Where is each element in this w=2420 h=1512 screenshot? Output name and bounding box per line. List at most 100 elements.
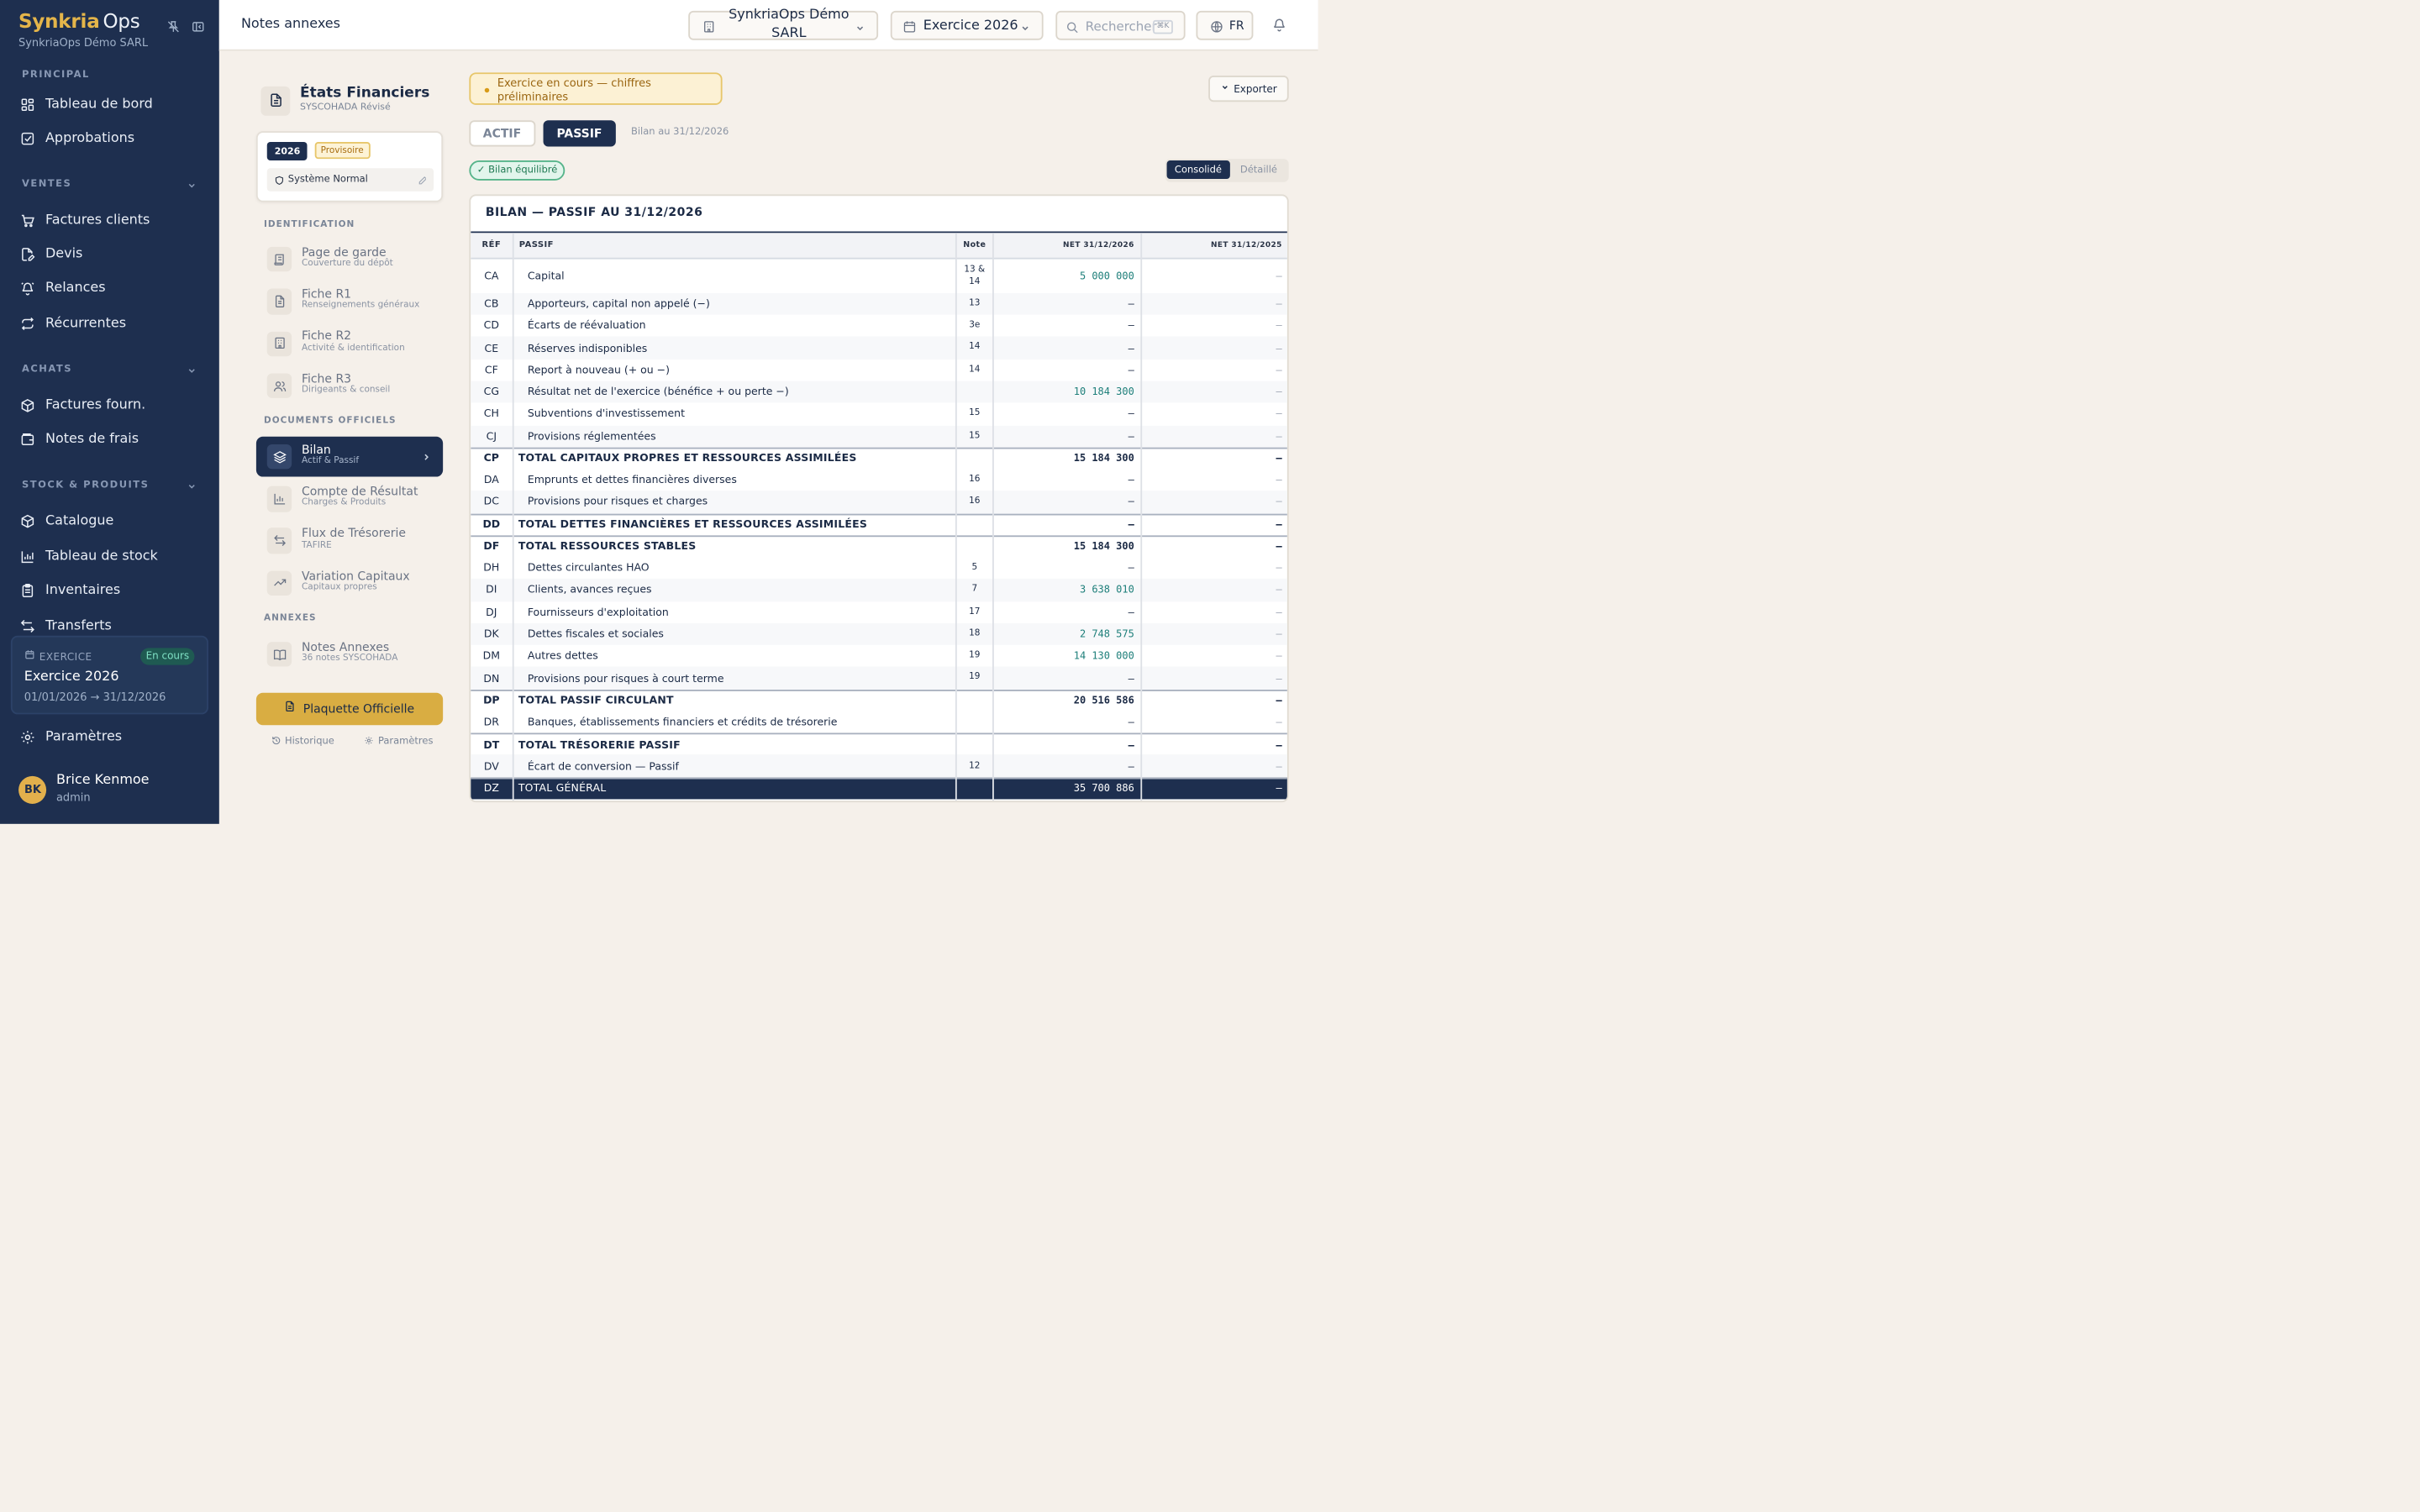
table-row[interactable]: CB Apporteurs, capital non appelé (−) 13 – – — [470, 292, 1287, 315]
balance-status-badge: ✓ Bilan équilibré — [468, 160, 566, 180]
table-row[interactable]: DD TOTAL DETTES FINANCIÈRES ET RESSOURCES… — [470, 512, 1287, 535]
nav-transferts[interactable]: Transferts — [20, 618, 112, 633]
pin-off-icon[interactable] — [166, 20, 180, 34]
table-row[interactable]: DR Banques, établissements financiers et … — [471, 711, 1286, 733]
cell-label: Apporteurs, capital non appelé (−) — [527, 297, 710, 311]
cell-note — [957, 537, 992, 557]
export-button[interactable]: Exporter — [1208, 75, 1288, 102]
nav-parametres[interactable]: Paramètres — [20, 730, 122, 745]
company-select[interactable]: SynkriaOps Démo SARL — [687, 8, 879, 41]
table-row[interactable]: DZ TOTAL GÉNÉRAL 35 700 886 – — [470, 777, 1287, 800]
system-select[interactable]: Système Normal — [266, 168, 434, 192]
doc-variation-capitaux[interactable]: Variation Capitaux Capitaux propres — [256, 563, 443, 603]
nav-relances[interactable]: Relances — [20, 281, 106, 297]
section-annexes: ANNEXES — [263, 613, 317, 624]
exercice-card[interactable]: EXERCICE En cours Exercice 2026 01/01/20… — [10, 635, 208, 715]
table-row[interactable]: DP TOTAL PASSIF CIRCULANT 20 516 586 – — [470, 689, 1287, 711]
nav-tableau-stock[interactable]: Tableau de stock — [20, 549, 158, 564]
users-icon — [266, 372, 292, 398]
section-ventes[interactable]: VENTES — [22, 179, 71, 190]
tab-passif[interactable]: PASSIF — [542, 119, 616, 147]
cell-ref: DN — [483, 671, 500, 685]
nav-dashboard[interactable]: Tableau de bord — [20, 97, 153, 112]
status-badge: Provisoire — [313, 141, 371, 160]
bell-ring-icon — [20, 281, 35, 297]
nav-factures-fourn[interactable]: Factures fourn. — [20, 398, 145, 413]
wallet-icon — [20, 433, 35, 448]
tab-actif[interactable]: ACTIF — [468, 119, 535, 147]
doc-flux-tresorerie[interactable]: Flux de Trésorerie TAFIRE — [256, 521, 443, 561]
table-row[interactable]: DJ Fournisseurs d'exploitation 17 – – — [471, 601, 1286, 623]
cell-net-current: – — [1128, 429, 1134, 443]
nav-label: Factures fourn. — [45, 397, 146, 414]
parametres-link[interactable]: Paramètres — [365, 736, 433, 748]
table-row[interactable]: DF TOTAL RESSOURCES STABLES 15 184 300 – — [470, 535, 1287, 557]
section-stock[interactable]: STOCK & PRODUITS — [22, 480, 149, 491]
nav-factures-clients[interactable]: Factures clients — [20, 213, 150, 228]
cell-net-current: 35 700 886 — [1073, 782, 1134, 795]
table-row[interactable]: CH Subventions d'investissement 15 – – — [471, 403, 1286, 425]
plaquette-officielle-button[interactable]: Plaquette Officielle — [255, 691, 443, 725]
doc-bilan[interactable]: Bilan Actif & Passif — [255, 436, 443, 477]
table-row[interactable]: DC Provisions pour risques et charges 16 – – — [470, 491, 1287, 513]
bell-icon[interactable] — [1272, 18, 1287, 38]
cell-net-current: – — [1128, 341, 1134, 354]
cell-note: 13 — [969, 299, 981, 309]
table-row[interactable]: DI Clients, avances reçues 7 3 638 010 – — [470, 579, 1287, 601]
year-select-value: Exercice 2026 — [923, 18, 1018, 34]
view-consolide-button[interactable]: Consolidé — [1166, 160, 1229, 180]
nav-devis[interactable]: Devis — [20, 247, 82, 262]
view-detaille-button[interactable]: Détaillé — [1231, 160, 1286, 180]
nav-catalogue[interactable]: Catalogue — [20, 514, 113, 529]
arrows-transfer-icon — [20, 618, 35, 633]
chevron-down-icon[interactable] — [187, 180, 197, 190]
doc-notes-annexes[interactable]: Notes Annexes 36 notes SYSCOHADA — [256, 634, 443, 675]
doc-fiche-r2[interactable]: Fiche R2 Activité & identification — [256, 323, 443, 364]
avatar[interactable]: BK — [18, 774, 47, 804]
cell-label: Fournisseurs d'exploitation — [527, 606, 669, 619]
fiscal-year-card: 2026 Provisoire Système Normal — [255, 131, 443, 202]
user-name[interactable]: Brice Kenmoe — [56, 773, 150, 788]
cell-label: Dettes fiscales et sociales — [527, 627, 664, 641]
doc-subtitle: Charges & Produits — [301, 498, 387, 509]
table-row[interactable]: DK Dettes fiscales et sociales 18 2 748 575… — [470, 622, 1287, 645]
cell-label: Réserves indisponibles — [527, 341, 648, 354]
nav-approbations[interactable]: Approbations — [20, 131, 134, 146]
doc-page-garde[interactable]: Page de garde Couverture du dépôt — [256, 239, 443, 280]
table-row[interactable]: DN Provisions pour risques à court terme 1… — [470, 667, 1287, 690]
nav-inventaires[interactable]: Inventaires — [20, 584, 120, 599]
chevron-down-icon[interactable] — [187, 365, 197, 375]
year-select[interactable]: Exercice 2026 — [889, 10, 1044, 40]
search-input[interactable]: Rechercher ⌘K — [1055, 10, 1185, 40]
brand-logo[interactable]: Synkria Ops — [18, 9, 140, 33]
cell-net-current: – — [1128, 518, 1134, 532]
language-select[interactable]: FR — [1196, 10, 1254, 40]
section-achats[interactable]: ACHATS — [22, 365, 72, 375]
cell-net-prev: – — [1276, 364, 1282, 376]
doc-title: Fiche R1 — [301, 286, 352, 302]
table-row[interactable]: DV Écart de conversion — Passif 12 – – — [470, 755, 1287, 778]
exercice-range: 01/01/2026 → 31/12/2026 — [24, 689, 166, 704]
table-row[interactable]: DM Autres dettes 19 14 130 000 – — [471, 645, 1286, 667]
table-row[interactable]: CF Report à nouveau (+ ou −) 14 – – — [471, 359, 1286, 381]
table-row[interactable]: DA Emprunts et dettes financières diverse… — [471, 469, 1286, 491]
cell-ref: CA — [484, 270, 499, 283]
table-row[interactable]: CJ Provisions réglementées 15 – – — [470, 425, 1287, 448]
pencil-icon[interactable] — [418, 176, 427, 188]
doc-compte-resultat[interactable]: Compte de Résultat Charges & Produits — [256, 479, 443, 519]
table-row[interactable]: CA Capital 13 & 14 5 000 000 – — [471, 260, 1286, 293]
collapse-sidebar-icon[interactable] — [192, 20, 205, 34]
chevron-down-icon[interactable] — [187, 481, 197, 491]
table-row[interactable]: CP TOTAL CAPITAUX PROPRES ET RESSOURCES A… — [470, 447, 1287, 469]
historique-link[interactable]: Historique — [271, 736, 334, 748]
table-row[interactable]: CD Écarts de réévaluation 3e – – — [471, 315, 1286, 337]
table-row[interactable]: CE Réserves indisponibles 14 – – — [470, 337, 1287, 360]
doc-fiche-r1[interactable]: Fiche R1 Renseignements généraux — [256, 281, 443, 322]
nav-recurrentes[interactable]: Récurrentes — [20, 317, 126, 332]
table-row[interactable]: DH Dettes circulantes HAO 5 – – — [471, 557, 1286, 579]
table-row[interactable]: CG Résultat net de l'exercice (bénéfice +… — [470, 381, 1287, 403]
table-row[interactable]: DT TOTAL TRÉSORERIE PASSIF – – — [470, 732, 1287, 755]
doc-fiche-r3[interactable]: Fiche R3 Dirigeants & conseil — [256, 365, 443, 406]
nav-notes-frais[interactable]: Notes de frais — [20, 433, 139, 448]
brand-part2: Ops — [103, 8, 140, 33]
